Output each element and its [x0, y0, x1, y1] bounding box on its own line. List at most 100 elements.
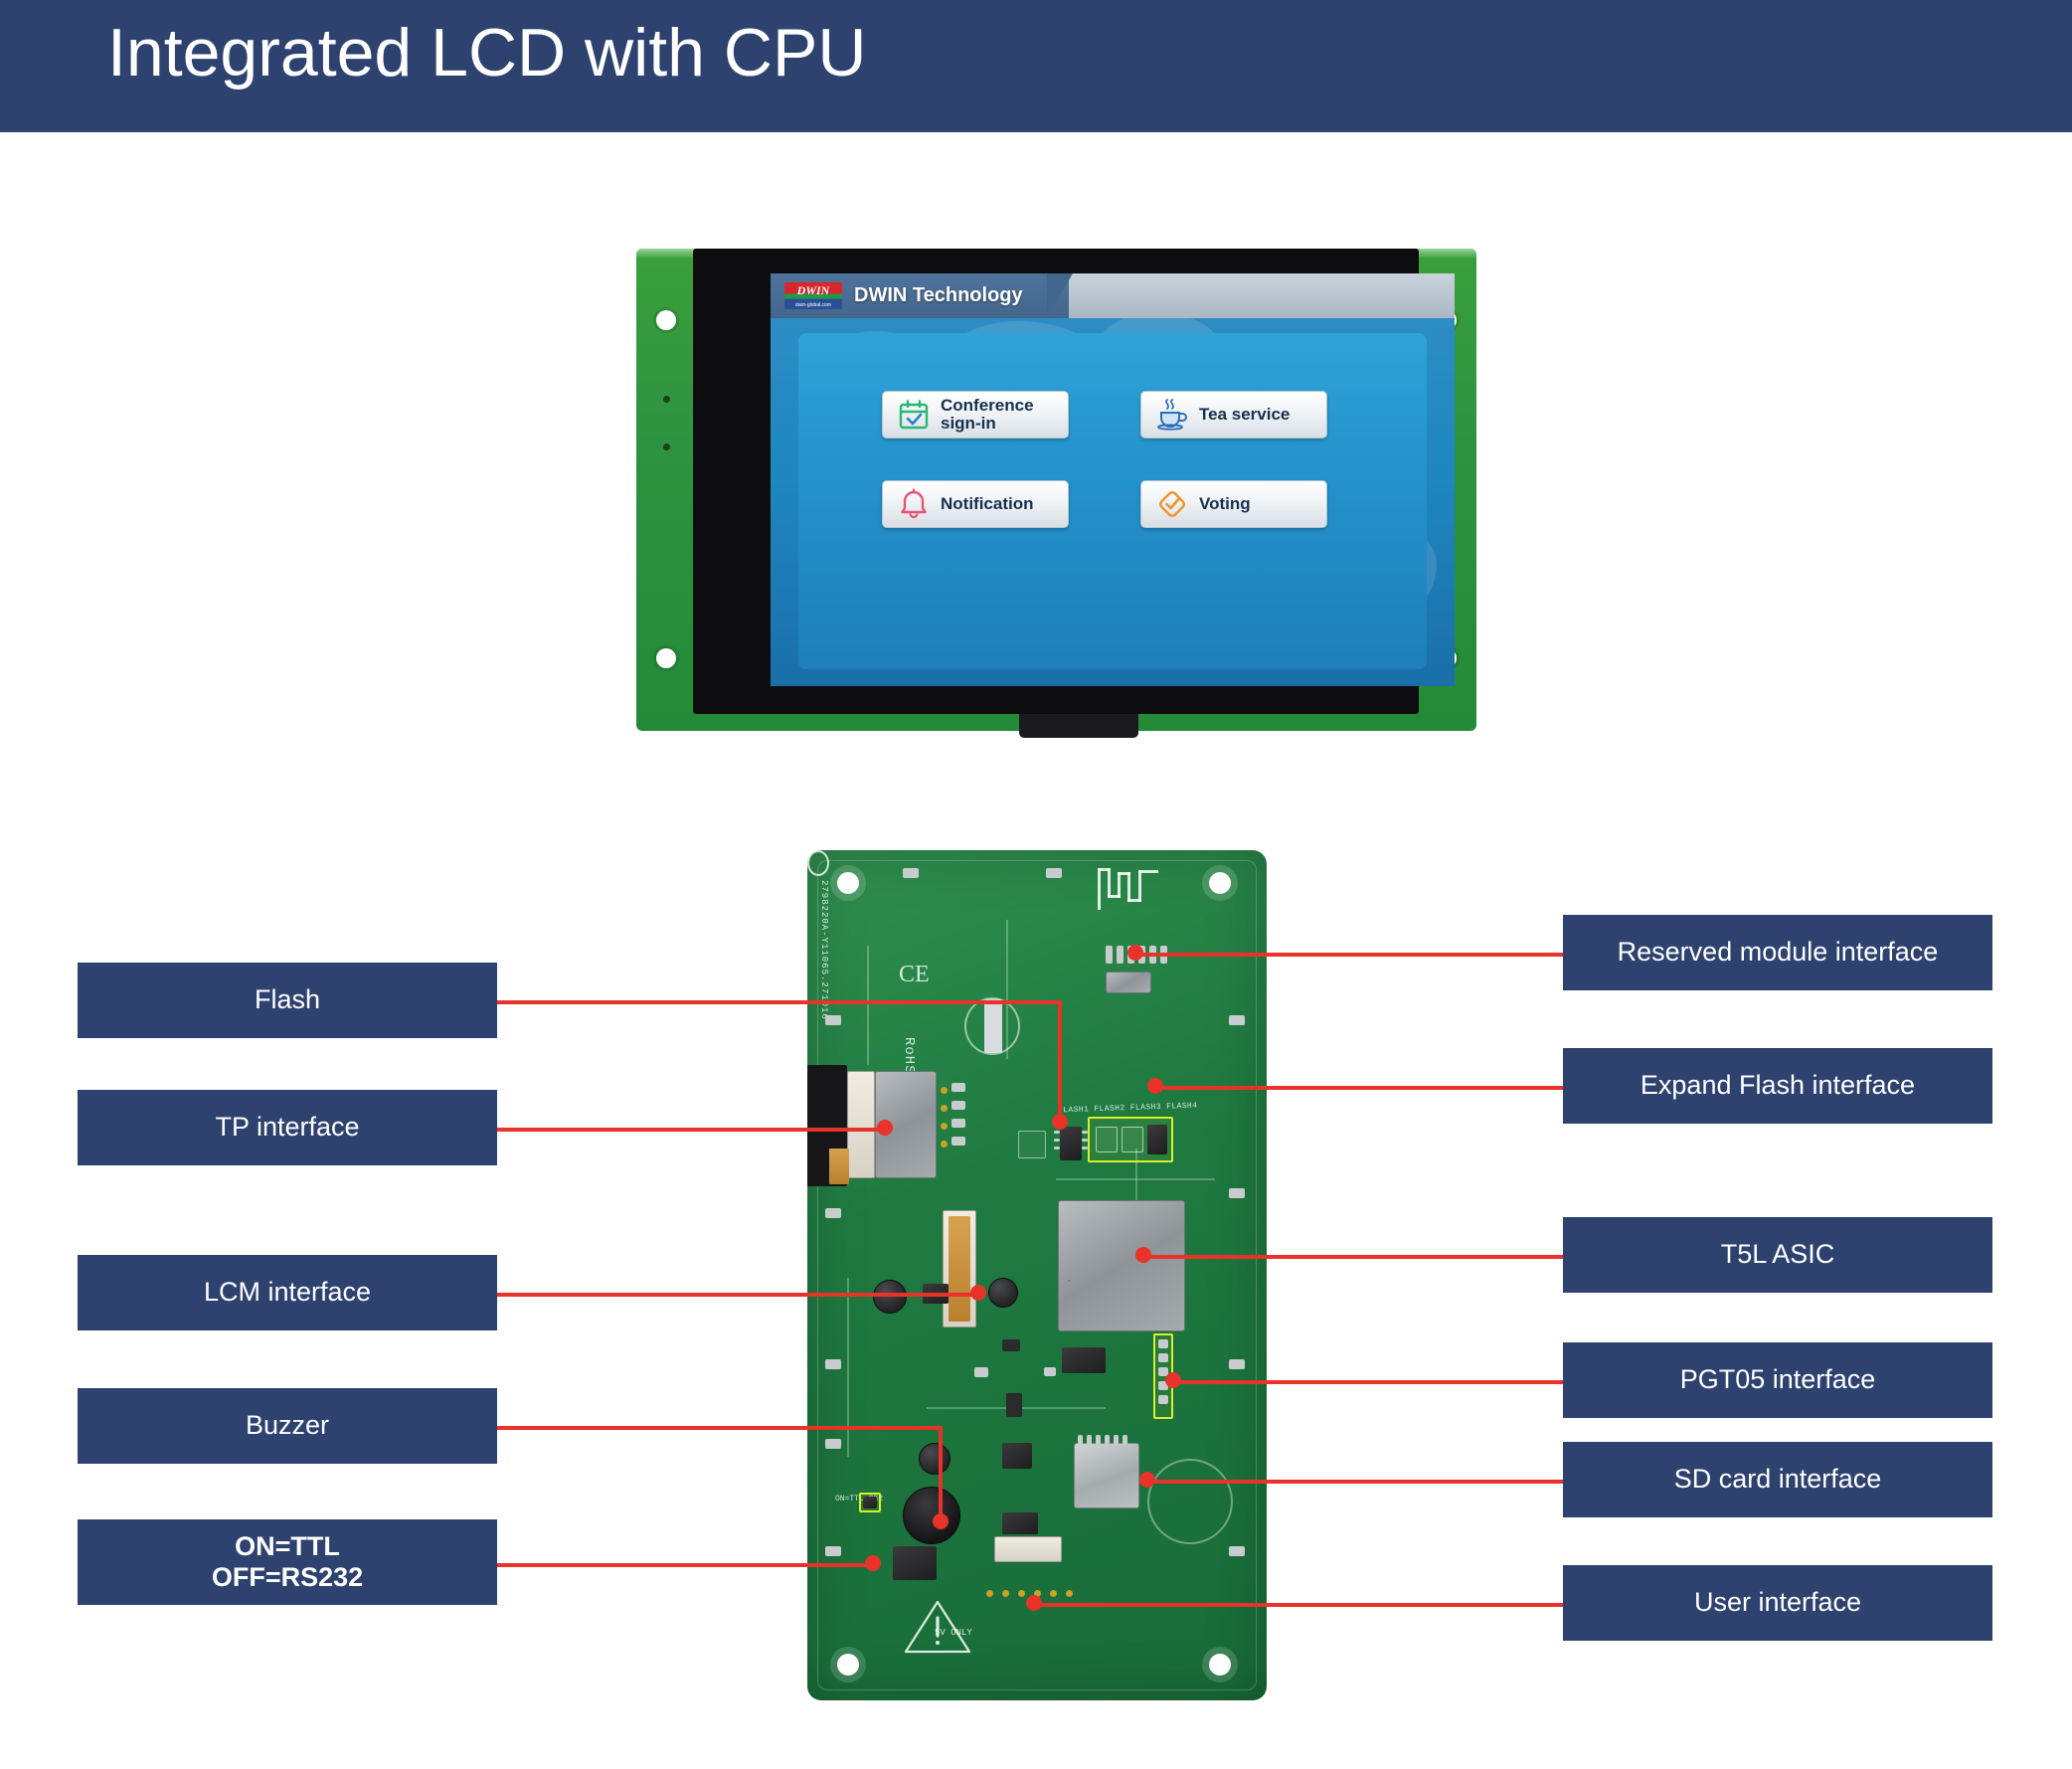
leader-dot-flash — [1052, 1114, 1068, 1130]
user-pin-pad — [986, 1590, 993, 1597]
edge-pad — [1229, 1188, 1245, 1198]
edge-pad — [1229, 1546, 1245, 1556]
mount-hole — [656, 310, 676, 330]
user-interface-connector — [994, 1536, 1062, 1562]
edge-pad — [1046, 868, 1062, 878]
electrolytic-capacitor — [873, 1280, 907, 1314]
edge-pad — [1229, 1359, 1245, 1369]
smd-component — [1044, 1367, 1056, 1376]
round-footprint-silk — [1147, 1459, 1233, 1544]
lcd-active-screen: DWIN dwin-global.com DWIN Technology Con… — [771, 273, 1455, 686]
user-interface-ic — [1002, 1512, 1038, 1534]
smd-component — [1006, 1393, 1022, 1417]
warning-triangle-icon — [904, 1600, 971, 1654]
callout-reserved-module: Reserved module interface — [1563, 915, 1992, 990]
expand-flash-pad — [1096, 1127, 1118, 1152]
leader-dot-ttl — [865, 1555, 881, 1571]
edge-pad — [825, 1208, 841, 1218]
leader-line-user — [1032, 1603, 1569, 1607]
ttl-rs232-jumper — [863, 1497, 877, 1508]
edge-pad — [825, 1439, 841, 1449]
tp-fpc-connector — [847, 1071, 875, 1178]
leader-line-buzzer — [939, 1426, 943, 1521]
screen-button-label: Voting — [1199, 494, 1251, 514]
user-pin-pad — [1066, 1590, 1073, 1597]
sd-pin — [1078, 1435, 1083, 1445]
user-pin-pad — [1002, 1590, 1009, 1597]
electrolytic-capacitor — [988, 1278, 1018, 1308]
pgt05-pad — [1158, 1395, 1168, 1404]
smd-component — [1002, 1339, 1020, 1351]
sd-pin — [1096, 1435, 1101, 1445]
lcd-bezel: DWIN dwin-global.com DWIN Technology Con… — [693, 249, 1455, 714]
callout-user-interface: User interface — [1563, 1565, 1992, 1641]
ic-pin — [1054, 1139, 1060, 1142]
reserved-module-pad — [1117, 946, 1123, 964]
pcb-mount-hole — [837, 1654, 859, 1676]
screen-button-label: Conference sign-in — [941, 396, 1034, 433]
topbar-notch — [1047, 273, 1073, 318]
pgt05-pad — [1158, 1353, 1168, 1362]
pcb-trace — [847, 1278, 849, 1457]
regulator-ic — [1062, 1347, 1106, 1373]
pcb-mount-hole — [837, 872, 859, 894]
leader-line-sd — [1145, 1480, 1569, 1484]
smd-component — [951, 1137, 965, 1146]
callout-flash: Flash — [78, 963, 497, 1038]
reserved-module-pad — [1106, 946, 1113, 964]
screen-button-label: Tea service — [1199, 405, 1291, 425]
pcb-pad — [941, 1141, 948, 1148]
screen-topbar: DWIN dwin-global.com DWIN Technology — [771, 273, 1455, 318]
lcd-module-photo: DWIN dwin-global.com DWIN Technology Con… — [636, 249, 1476, 746]
calendar-check-icon — [897, 398, 931, 432]
leader-line-flash — [1058, 1000, 1062, 1122]
expand-flash-pad — [1122, 1127, 1143, 1152]
callout-sd-card-interface: SD card interface — [1563, 1442, 1992, 1517]
lcm-flex-cable — [949, 1216, 970, 1322]
dwin-logo-text: DWIN — [796, 283, 830, 297]
header-banner: Integrated LCD with CPU — [0, 0, 2072, 132]
callout-buzzer: Buzzer — [78, 1388, 497, 1464]
diamond-check-icon — [1155, 487, 1189, 521]
pcb-pad — [941, 1087, 948, 1094]
inductor — [1002, 1443, 1032, 1469]
smd-component — [951, 1119, 965, 1128]
pcb-serial-silkscreen: 2798220A-Y11065.271016 — [819, 880, 829, 1020]
pcb-outline — [817, 860, 1257, 1690]
leader-dot-t5l — [1135, 1247, 1151, 1263]
sd-card-slot — [1074, 1443, 1139, 1508]
dwin-logo-subtext: dwin-global.com — [794, 302, 832, 308]
sd-pin — [1105, 1435, 1110, 1445]
screen-button-notification[interactable]: Notification — [882, 480, 1069, 528]
callout-expand-flash: Expand Flash interface — [1563, 1048, 1992, 1124]
flash-footprint — [1018, 1131, 1046, 1158]
screen-button-tea-service[interactable]: Tea service — [1140, 391, 1327, 439]
rs232-transceiver-ic — [893, 1546, 937, 1580]
leader-dot-pgt05 — [1165, 1372, 1181, 1388]
sd-pin — [1087, 1435, 1092, 1445]
t5l-asic — [1058, 1200, 1185, 1331]
screen-button-label: Notification — [941, 494, 1034, 514]
sd-pin — [1114, 1435, 1119, 1445]
edge-pad — [903, 868, 919, 878]
leader-dot-tp — [877, 1120, 893, 1136]
edge-pad — [825, 1359, 841, 1369]
rohs-mark-icon: RoHS — [901, 1037, 917, 1075]
leader-dot-buzzer — [933, 1513, 949, 1529]
callout-tp-interface: TP interface — [78, 1090, 497, 1165]
edge-pad — [1229, 1015, 1245, 1025]
leader-dot-expand-flash — [1147, 1078, 1163, 1094]
user-pin-pad — [1050, 1590, 1057, 1597]
screen-button-conference-signin[interactable]: Conference sign-in — [882, 391, 1069, 439]
flash-ic — [1060, 1127, 1082, 1160]
topbar-right-area — [1069, 273, 1455, 318]
antenna-trace-icon — [1098, 868, 1161, 910]
pgt05-pad — [1158, 1339, 1168, 1348]
user-pin-pad — [1018, 1590, 1025, 1597]
pcb-trace — [867, 946, 869, 1065]
screen-button-voting[interactable]: Voting — [1140, 480, 1327, 528]
leader-dot-user — [1026, 1595, 1042, 1611]
leader-dot-lcm — [970, 1285, 986, 1301]
edge-pad — [825, 1546, 841, 1556]
leader-line-t5l — [1141, 1255, 1569, 1259]
